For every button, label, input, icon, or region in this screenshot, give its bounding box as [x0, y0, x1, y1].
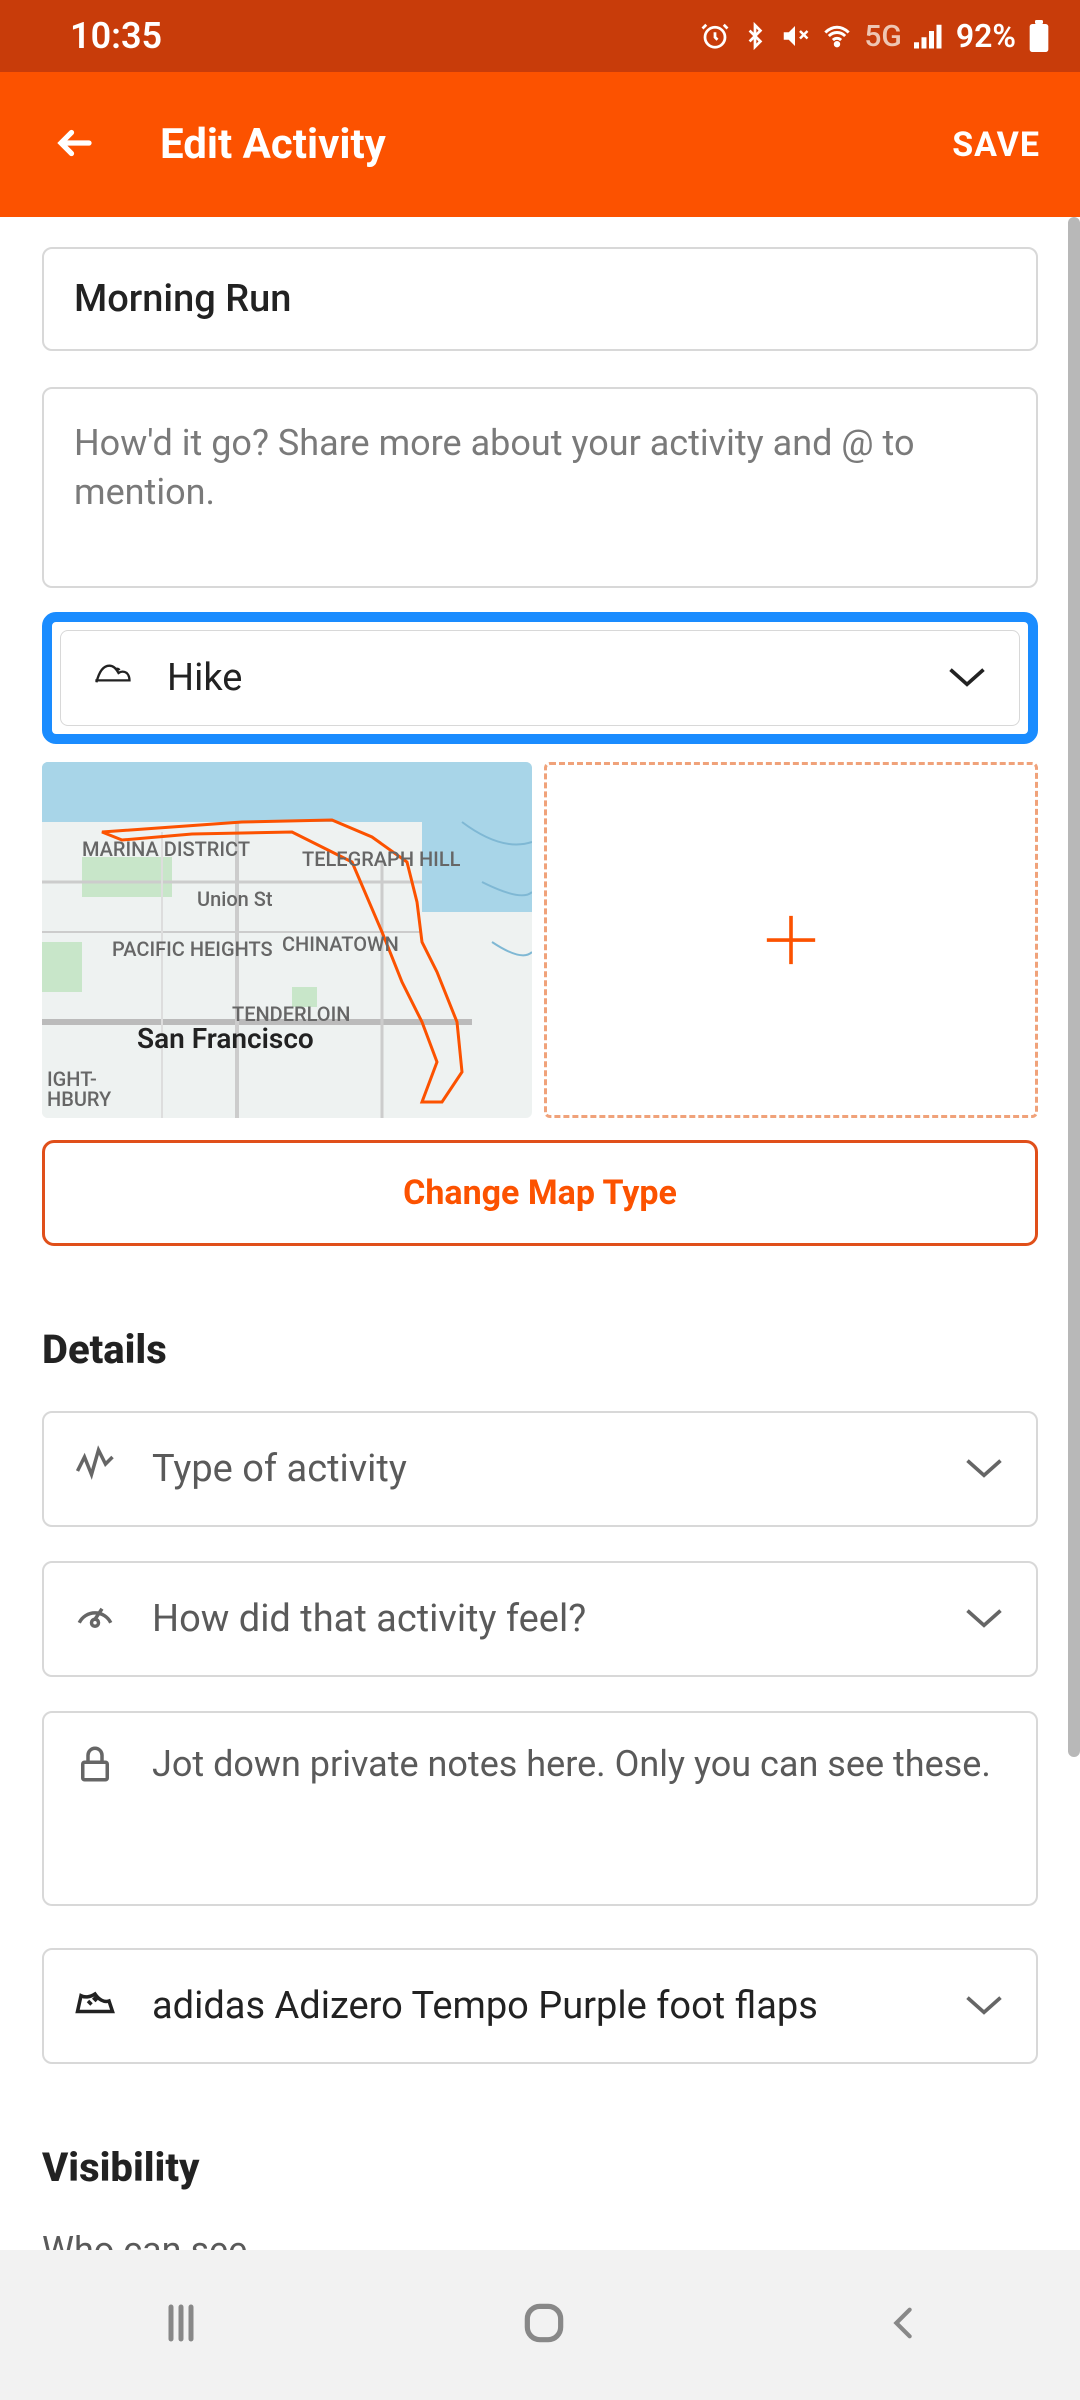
chevron-down-icon [945, 656, 989, 700]
signal-icon [914, 23, 944, 49]
back-nav-button[interactable] [883, 2299, 923, 2351]
activity-graph-icon [74, 1443, 116, 1495]
system-nav-bar [0, 2250, 1080, 2400]
home-button[interactable] [519, 2298, 569, 2352]
private-notes-placeholder: Jot down private notes here. Only you ca… [152, 1743, 991, 1785]
scrollbar[interactable] [1068, 217, 1080, 1757]
alarm-icon [700, 21, 730, 51]
map-label-chinatown: CHINATOWN [282, 932, 399, 956]
wifi-icon [822, 22, 852, 50]
map-label-union: Union St [197, 887, 273, 911]
activity-type-label: Hike [167, 656, 242, 700]
recents-button[interactable] [157, 2299, 205, 2351]
feel-label: How did that activity feel? [152, 1597, 586, 1641]
map-label-hbury: HBURY [47, 1087, 111, 1111]
visibility-heading: Visibility [42, 2144, 1038, 2191]
shoe-icon [74, 1980, 116, 2032]
activity-type-highlight: Hike [42, 612, 1038, 744]
private-notes-input[interactable]: Jot down private notes here. Only you ca… [42, 1711, 1038, 1906]
map-thumbnail[interactable]: MARINA DISTRICT TELEGRAPH HILL Union St … [42, 762, 532, 1118]
map-label-marina: MARINA DISTRICT [82, 837, 250, 861]
map-label-pacific: PACIFIC HEIGHTS [112, 937, 273, 961]
type-of-activity-label: Type of activity [152, 1447, 407, 1491]
plus-icon [762, 911, 820, 969]
chevron-down-icon [962, 1597, 1006, 1641]
change-map-type-button[interactable]: Change Map Type [42, 1140, 1038, 1246]
media-row: MARINA DISTRICT TELEGRAPH HILL Union St … [42, 762, 1038, 1118]
gauge-icon [74, 1593, 116, 1645]
add-media-button[interactable] [544, 762, 1038, 1118]
gear-value: adidas Adizero Tempo Purple foot flaps [152, 1984, 818, 2028]
status-time: 10:35 [70, 15, 162, 57]
chevron-down-icon [962, 1447, 1006, 1491]
page-title: Edit Activity [160, 120, 386, 169]
save-button[interactable]: SAVE [952, 125, 1040, 165]
map-city-label: San Francisco [137, 1022, 314, 1055]
gear-dropdown[interactable]: adidas Adizero Tempo Purple foot flaps [42, 1948, 1038, 2064]
status-bar: 10:35 5G 92% [0, 0, 1080, 72]
network-label: 5G [864, 19, 902, 54]
mute-icon [780, 21, 810, 51]
activity-title-input[interactable]: Morning Run [42, 247, 1038, 351]
chevron-down-icon [962, 1984, 1006, 2028]
bluetooth-icon [742, 21, 768, 51]
map-label-telegraph: TELEGRAPH HILL [302, 847, 460, 871]
details-heading: Details [42, 1326, 1038, 1373]
activity-type-dropdown[interactable]: Hike [60, 630, 1020, 726]
battery-icon [1028, 20, 1050, 52]
activity-description-input[interactable]: How'd it go? Share more about your activ… [42, 387, 1038, 588]
back-button[interactable] [50, 122, 100, 168]
app-bar: Edit Activity SAVE [0, 72, 1080, 217]
hike-icon [91, 655, 135, 701]
status-indicators: 5G 92% [700, 17, 1050, 55]
feel-dropdown[interactable]: How did that activity feel? [42, 1561, 1038, 1677]
lock-icon [74, 1743, 116, 1794]
battery-label: 92% [956, 17, 1016, 55]
type-of-activity-dropdown[interactable]: Type of activity [42, 1411, 1038, 1527]
